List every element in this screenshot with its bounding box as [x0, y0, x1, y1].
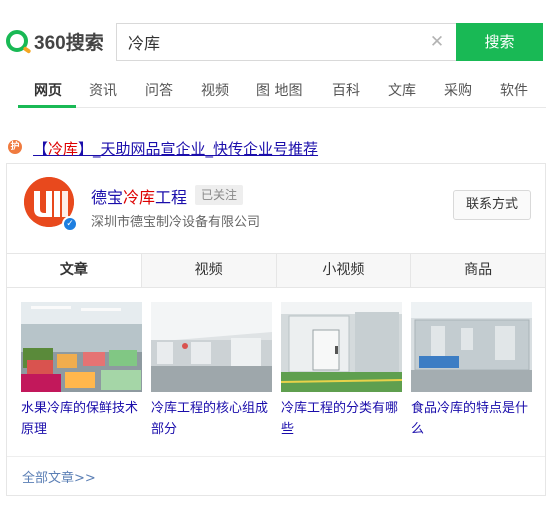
fruit-storage-image	[21, 302, 142, 392]
card-divider	[7, 456, 545, 457]
company-name-link[interactable]: 德宝冷库工程	[91, 184, 187, 208]
search-nav: 网页 资讯 问答 视频 图 地图 百科 文库 采购 软件	[18, 70, 546, 108]
company-name-highlight: 冷库	[123, 188, 156, 207]
article-title[interactable]: 水果冷库的保鲜技术原理	[21, 398, 142, 440]
article-thumbnail[interactable]	[151, 302, 272, 392]
company-name-prefix: 德宝	[91, 188, 124, 207]
cold-room-door-image	[281, 302, 402, 392]
company-fullname: 深圳市德宝制冷设备有限公司	[91, 215, 261, 230]
search-box: ✕	[116, 23, 457, 61]
tab-purchase[interactable]: 采购	[444, 80, 472, 100]
article-title[interactable]: 食品冷库的特点是什么	[411, 398, 532, 440]
cold-storage-interior-image	[151, 302, 272, 392]
close-icon[interactable]: ✕	[429, 33, 445, 51]
tab-web[interactable]: 网页	[34, 80, 62, 100]
article-card[interactable]: 食品冷库的特点是什么	[411, 302, 532, 440]
logo-icon	[6, 30, 28, 52]
article-thumbnail[interactable]	[281, 302, 402, 392]
tab-wenku[interactable]: 文库	[388, 80, 416, 100]
title-suffix: 】_天助网品宣企业_快传企业号推荐	[78, 140, 319, 158]
tab-video[interactable]: 视频	[201, 80, 229, 100]
tab-software[interactable]: 软件	[500, 80, 528, 100]
contact-button[interactable]: 联系方式	[453, 190, 531, 220]
article-card[interactable]: 水果冷库的保鲜技术原理	[21, 302, 142, 440]
search-button[interactable]: 搜索	[456, 23, 543, 61]
article-title[interactable]: 冷库工程的分类有哪些	[281, 398, 402, 440]
tab-qa[interactable]: 问答	[145, 80, 173, 100]
tab-image-map[interactable]: 图 地图	[256, 80, 302, 100]
title-prefix: 【	[33, 140, 49, 158]
tab-short-videos[interactable]: 小视频	[275, 254, 411, 287]
article-title[interactable]: 冷库工程的核心组成部分	[151, 398, 272, 440]
tab-baike[interactable]: 百科	[332, 80, 360, 100]
article-card[interactable]: 冷库工程的分类有哪些	[281, 302, 402, 440]
result-title-link[interactable]: 【冷库】_天助网品宣企业_快传企业号推荐	[33, 138, 318, 159]
article-card[interactable]: 冷库工程的核心组成部分	[151, 302, 272, 440]
search-input[interactable]	[128, 24, 418, 60]
article-thumbnail[interactable]	[411, 302, 532, 392]
food-cold-storage-image	[411, 302, 532, 392]
site-logo[interactable]: 360搜索	[6, 28, 104, 54]
active-tab-indicator	[18, 105, 76, 108]
tab-products[interactable]: 商品	[410, 254, 545, 287]
tab-articles[interactable]: 文章	[7, 254, 141, 287]
all-articles-link[interactable]: 全部文章>>	[22, 467, 96, 486]
company-name-suffix: 工程	[155, 188, 188, 207]
tab-news[interactable]: 资讯	[89, 80, 117, 100]
logo-text: 360搜索	[34, 32, 104, 54]
verified-icon: ✓	[62, 216, 78, 232]
tab-videos[interactable]: 视频	[140, 254, 276, 287]
promo-badge-icon: 护	[8, 140, 22, 154]
title-highlight: 冷库	[48, 140, 79, 158]
card-tabs: 文章 视频 小视频 商品	[7, 253, 545, 288]
followed-badge[interactable]: 已关注	[195, 185, 244, 205]
company-card: ✓ 德宝冷库工程 已关注 深圳市德宝制冷设备有限公司 联系方式 文章 视频 小视…	[6, 163, 546, 496]
article-thumbnail[interactable]	[21, 302, 142, 392]
